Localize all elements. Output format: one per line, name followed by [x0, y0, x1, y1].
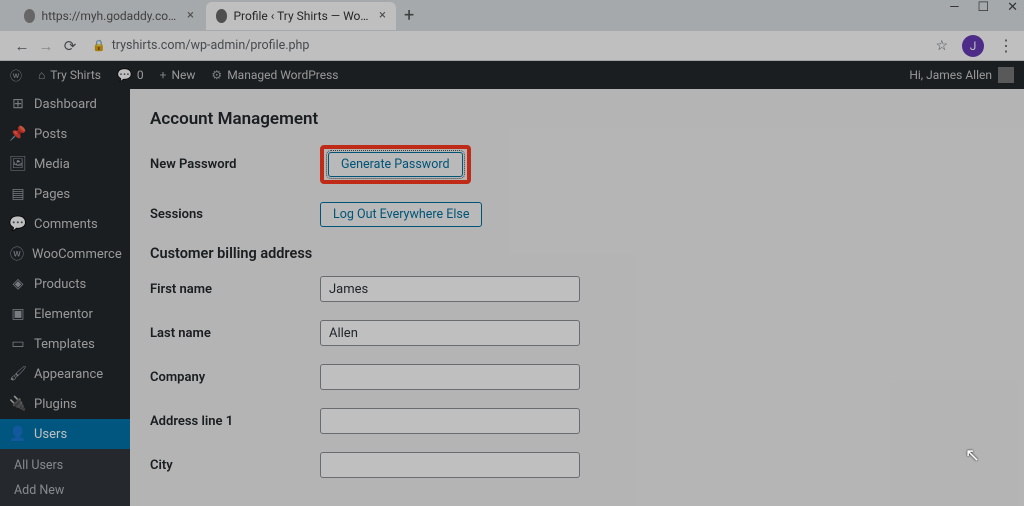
- sidebar-item-label: Products: [34, 277, 86, 292]
- lock-icon[interactable]: 🔒: [92, 39, 106, 52]
- browser-menu-icon[interactable]: ⋮: [998, 36, 1014, 55]
- last-name-input[interactable]: [320, 320, 580, 346]
- tab-label: https://myh.godaddy.com/#/ho: [41, 9, 179, 23]
- first-name-input[interactable]: [320, 276, 580, 302]
- window-maximize-icon[interactable]: ☐: [977, 0, 989, 15]
- window-close-icon[interactable]: ✕: [1007, 0, 1018, 15]
- sidebar-item-label: Appearance: [34, 367, 103, 382]
- city-label: City: [150, 458, 320, 473]
- users-icon: 👤: [10, 426, 26, 442]
- comments-icon: 💬: [10, 216, 26, 232]
- sidebar-item-label: Media: [34, 157, 70, 172]
- sidebar-item-products[interactable]: ◈ Products: [0, 269, 130, 299]
- greeting-label: Hi, James Allen: [909, 68, 992, 82]
- managed-label: Managed WordPress: [227, 68, 338, 82]
- comments-link[interactable]: 💬0: [117, 68, 144, 82]
- woo-icon: ⓦ: [10, 246, 24, 262]
- tab-label: Profile ‹ Try Shirts — WordPress: [233, 9, 371, 23]
- templates-icon: ▭: [10, 336, 26, 352]
- products-icon: ◈: [10, 276, 26, 292]
- tab-close-icon[interactable]: ×: [379, 8, 386, 23]
- sidebar-item-label: Users: [34, 427, 67, 442]
- sidebar-item-plugins[interactable]: 🔌 Plugins: [0, 389, 130, 419]
- nav-back-icon[interactable]: ←: [10, 37, 34, 55]
- bookmark-star-icon[interactable]: ☆: [935, 38, 948, 54]
- media-icon: 🖼: [10, 156, 26, 172]
- sidebar-submenu: All Users Add New Your Profile: [0, 449, 130, 506]
- sidebar-item-label: Elementor: [34, 307, 93, 322]
- sidebar-item-label: Posts: [34, 127, 67, 142]
- city-input[interactable]: [320, 452, 580, 478]
- dashboard-icon: ⊞: [10, 96, 26, 112]
- sidebar-item-pages[interactable]: ▤ Pages: [0, 179, 130, 209]
- sidebar-item-posts[interactable]: 📌 Posts: [0, 119, 130, 149]
- site-name-label: Try Shirts: [50, 68, 101, 82]
- new-content-link[interactable]: +New: [160, 68, 196, 82]
- nav-forward-icon[interactable]: →: [34, 37, 58, 55]
- sidebar-item-label: Comments: [34, 217, 98, 232]
- admin-sidebar: ⊞ Dashboard 📌 Posts 🖼 Media ▤ Pages 💬 Comment…: [0, 89, 130, 506]
- site-name-link[interactable]: ⌂Try Shirts: [38, 68, 101, 82]
- sidebar-item-label: Pages: [34, 187, 70, 202]
- favicon-icon: [24, 9, 35, 23]
- sessions-label: Sessions: [150, 207, 320, 222]
- url-text[interactable]: tryshirts.com/wp-admin/profile.php: [112, 38, 936, 53]
- sidebar-item-dashboard[interactable]: ⊞ Dashboard: [0, 89, 130, 119]
- wp-admin-bar: ⓦ ⌂Try Shirts 💬0 +New ⚙Managed WordPress…: [0, 61, 1024, 89]
- address1-label: Address line 1: [150, 414, 320, 429]
- browser-tab-active[interactable]: Profile ‹ Try Shirts — WordPress ×: [206, 2, 396, 30]
- browser-tabstrip: https://myh.godaddy.com/#/ho × Profile ‹…: [0, 0, 1024, 31]
- pin-icon: 📌: [10, 126, 26, 142]
- sidebar-item-media[interactable]: 🖼 Media: [0, 149, 130, 179]
- submenu-add-new[interactable]: Add New: [0, 478, 130, 503]
- browser-address-bar: ← → ⟳ 🔒 tryshirts.com/wp-admin/profile.p…: [0, 31, 1024, 61]
- sidebar-item-elementor[interactable]: ▣ Elementor: [0, 299, 130, 329]
- company-label: Company: [150, 370, 320, 385]
- first-name-label: First name: [150, 282, 320, 297]
- address1-input[interactable]: [320, 408, 580, 434]
- wp-logo[interactable]: ⓦ: [10, 67, 22, 84]
- profile-avatar[interactable]: J: [962, 35, 984, 57]
- logout-everywhere-button[interactable]: Log Out Everywhere Else: [320, 202, 482, 227]
- sidebar-item-comments[interactable]: 💬 Comments: [0, 209, 130, 239]
- generate-password-button[interactable]: Generate Password: [328, 152, 463, 177]
- managed-wp-link[interactable]: ⚙Managed WordPress: [211, 68, 338, 82]
- submenu-all-users[interactable]: All Users: [0, 453, 130, 478]
- user-account-link[interactable]: Hi, James Allen: [909, 67, 1014, 83]
- appearance-icon: 🖌: [10, 366, 26, 382]
- sidebar-item-label: Plugins: [34, 397, 77, 412]
- new-password-label: New Password: [150, 157, 320, 172]
- account-management-heading: Account Management: [150, 109, 1004, 129]
- comments-count: 0: [137, 68, 144, 82]
- browser-tab[interactable]: https://myh.godaddy.com/#/ho ×: [14, 2, 204, 30]
- company-input[interactable]: [320, 364, 580, 390]
- profile-content: Account Management New Password Generate…: [130, 89, 1024, 506]
- plugins-icon: 🔌: [10, 396, 26, 412]
- highlight-box: Generate Password: [320, 145, 471, 184]
- sidebar-item-label: Dashboard: [34, 97, 97, 112]
- sidebar-item-users[interactable]: 👤 Users: [0, 419, 130, 449]
- favicon-icon: [216, 9, 227, 23]
- nav-reload-icon[interactable]: ⟳: [58, 37, 82, 55]
- new-label: New: [171, 68, 195, 82]
- sidebar-item-appearance[interactable]: 🖌 Appearance: [0, 359, 130, 389]
- billing-address-heading: Customer billing address: [150, 245, 1004, 262]
- elementor-icon: ▣: [10, 306, 26, 322]
- sidebar-item-label: WooCommerce: [32, 247, 122, 262]
- tab-close-icon[interactable]: ×: [187, 8, 194, 23]
- last-name-label: Last name: [150, 326, 320, 341]
- pages-icon: ▤: [10, 186, 26, 202]
- window-minimize-icon[interactable]: —: [949, 0, 959, 15]
- sidebar-item-woocommerce[interactable]: ⓦ WooCommerce: [0, 239, 130, 269]
- user-avatar-icon: [998, 67, 1014, 83]
- new-tab-button[interactable]: +: [404, 5, 414, 26]
- sidebar-item-label: Templates: [34, 337, 95, 352]
- sidebar-item-templates[interactable]: ▭ Templates: [0, 329, 130, 359]
